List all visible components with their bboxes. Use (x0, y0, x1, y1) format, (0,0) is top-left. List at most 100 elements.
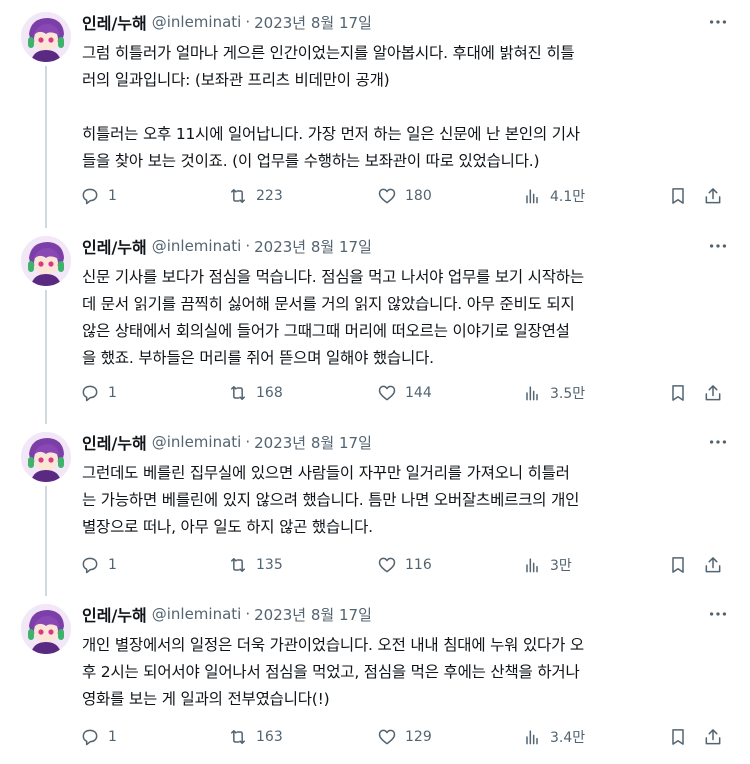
tweet[interactable]: 인레/누해 @inleminati · 2023년 8월 17일 그럼 히틀러가… (0, 4, 750, 216)
retweet-button[interactable]: 135 (228, 552, 283, 578)
display-name[interactable]: 인레/누해 (82, 10, 147, 34)
tweet-text-line: 개인 별장에서의 일정은 더욱 가관이었습니다. 오전 내내 침대에 누워 있다… (82, 636, 584, 654)
share-icon (705, 557, 721, 573)
reply-button[interactable]: 1 (80, 552, 117, 578)
thread-connector-line (45, 290, 47, 424)
reply-count: 1 (108, 729, 117, 745)
tweet[interactable]: 인레/누해 @inleminati · 2023년 8월 17일 신문 기사를 … (0, 216, 750, 424)
tweet-date[interactable]: 2023년 8월 17일 (254, 604, 372, 625)
display-name[interactable]: 인레/누해 (82, 234, 147, 258)
reply-count: 1 (108, 188, 117, 204)
reply-count: 1 (108, 385, 117, 401)
retweet-count: 135 (256, 557, 283, 573)
separator-dot: · (245, 13, 251, 31)
tweet-text-line: 데 문서 읽기를 끔찍히 싫어해 문서를 거의 읽지 않았습니다. 아무 준비도… (82, 295, 575, 313)
retweet-button[interactable]: 223 (228, 183, 283, 209)
views-button[interactable]: 3.5만 (522, 380, 585, 406)
heart-icon (378, 557, 396, 573)
bookmark-icon (672, 729, 684, 745)
tweet-header: 인레/누해 @inleminati · 2023년 8월 17일 (82, 430, 372, 454)
tweet-text-line: 들을 찾아 보는 것이죠. (이 업무를 수행하는 보좌관이 따로 있었습니다.… (82, 152, 540, 170)
tweet[interactable]: 인레/누해 @inleminati · 2023년 8월 17일 개인 별장에서… (0, 584, 750, 764)
reply-icon (82, 188, 98, 205)
paragraph-break (82, 94, 730, 121)
like-button[interactable]: 116 (377, 552, 432, 578)
thread-connector-line (45, 412, 47, 424)
heart-icon (378, 729, 396, 745)
display-name[interactable]: 인레/누해 (82, 602, 147, 626)
like-button[interactable]: 129 (377, 724, 432, 750)
reply-icon (82, 729, 98, 746)
tweet-text: 신문 기사를 보다가 점심을 먹습니다. 점심을 먹고 나서야 업무를 보기 시… (82, 264, 730, 372)
heart-icon (378, 188, 396, 204)
tweet-text-line: 신문 기사를 보다가 점심을 먹습니다. 점심을 먹고 나서야 업무를 보기 시… (82, 268, 584, 286)
bookmark-button[interactable] (668, 183, 688, 209)
more-options-icon[interactable] (706, 604, 730, 624)
user-handle[interactable]: @inleminati (152, 237, 242, 255)
reply-button[interactable]: 1 (80, 724, 117, 750)
views-chart-icon (526, 558, 538, 573)
thread-connector-line (45, 584, 47, 596)
reply-button[interactable]: 1 (80, 380, 117, 406)
reply-icon (82, 385, 98, 402)
bookmark-button[interactable] (668, 724, 688, 750)
views-button[interactable]: 3.4만 (522, 724, 585, 750)
tweet-header: 인레/누해 @inleminati · 2023년 8월 17일 (82, 234, 372, 258)
like-count: 180 (405, 188, 432, 204)
bookmark-icon (672, 385, 684, 401)
user-handle[interactable]: @inleminati (152, 605, 242, 623)
share-button[interactable] (703, 183, 723, 209)
tweet-text-line: 는 가능하면 베를린에 있지 않으려 했습니다. 틈만 나면 오버잘츠베르크의 … (82, 491, 580, 509)
separator-dot: · (245, 433, 251, 451)
share-icon (705, 188, 721, 204)
tweet-date[interactable]: 2023년 8월 17일 (254, 432, 372, 453)
separator-dot: · (245, 237, 251, 255)
share-button[interactable] (703, 552, 723, 578)
retweet-count: 163 (256, 729, 283, 745)
like-count: 116 (405, 557, 432, 573)
thread-connector-line (45, 66, 47, 216)
views-button[interactable]: 4.1만 (522, 183, 585, 209)
more-options-icon[interactable] (706, 12, 730, 32)
avatar[interactable] (21, 604, 71, 654)
avatar[interactable] (21, 432, 71, 482)
tweet-text-line: 영화를 보는 게 일과의 전부였습니다(!) (82, 690, 330, 708)
tweet-date[interactable]: 2023년 8월 17일 (254, 12, 372, 33)
action-bar: 1 163 129 3.4만 (80, 724, 730, 750)
view-count: 3.5만 (550, 386, 586, 402)
retweet-button[interactable]: 168 (228, 380, 283, 406)
views-chart-icon (526, 386, 538, 401)
retweet-icon (231, 189, 245, 203)
heart-icon (378, 385, 396, 401)
retweet-icon (231, 558, 245, 572)
tweet-text: 그럼 히틀러가 얼마나 게으른 인간이었는지를 알아봅시다. 후대에 밝혀진 히… (82, 40, 730, 175)
bookmark-button[interactable] (668, 380, 688, 406)
tweet-text-line: 후 2시는 되어서야 일어나서 점심을 먹었고, 점심을 먹은 후에는 산책을 … (82, 663, 580, 681)
retweet-count: 223 (256, 188, 283, 204)
avatar[interactable] (21, 12, 71, 62)
display-name[interactable]: 인레/누해 (82, 430, 147, 454)
view-count: 4.1만 (550, 189, 586, 205)
action-bar: 1 168 144 3.5만 (80, 380, 730, 406)
reply-button[interactable]: 1 (80, 183, 117, 209)
tweet-text-line: 별장으로 떠나, 아무 일도 하지 않곤 했습니다. (82, 518, 373, 536)
reply-count: 1 (108, 557, 117, 573)
user-handle[interactable]: @inleminati (152, 433, 242, 451)
share-button[interactable] (703, 724, 723, 750)
share-icon (705, 385, 721, 401)
tweet-date[interactable]: 2023년 8월 17일 (254, 236, 372, 257)
like-button[interactable]: 144 (377, 380, 432, 406)
tweet-thread: 인레/누해 @inleminati · 2023년 8월 17일 그럼 히틀러가… (0, 0, 750, 764)
retweet-button[interactable]: 163 (228, 724, 283, 750)
share-button[interactable] (703, 380, 723, 406)
bookmark-button[interactable] (668, 552, 688, 578)
tweet-text-line: 을 했죠. 부하들은 머리를 쥐어 뜯으며 일해야 했습니다. (82, 349, 434, 367)
more-options-icon[interactable] (706, 432, 730, 452)
views-button[interactable]: 3만 (522, 552, 572, 578)
tweet[interactable]: 인레/누해 @inleminati · 2023년 8월 17일 그런데도 베를… (0, 412, 750, 596)
avatar[interactable] (21, 236, 71, 286)
more-options-icon[interactable] (706, 236, 730, 256)
like-count: 144 (405, 385, 432, 401)
like-button[interactable]: 180 (377, 183, 432, 209)
user-handle[interactable]: @inleminati (152, 13, 242, 31)
